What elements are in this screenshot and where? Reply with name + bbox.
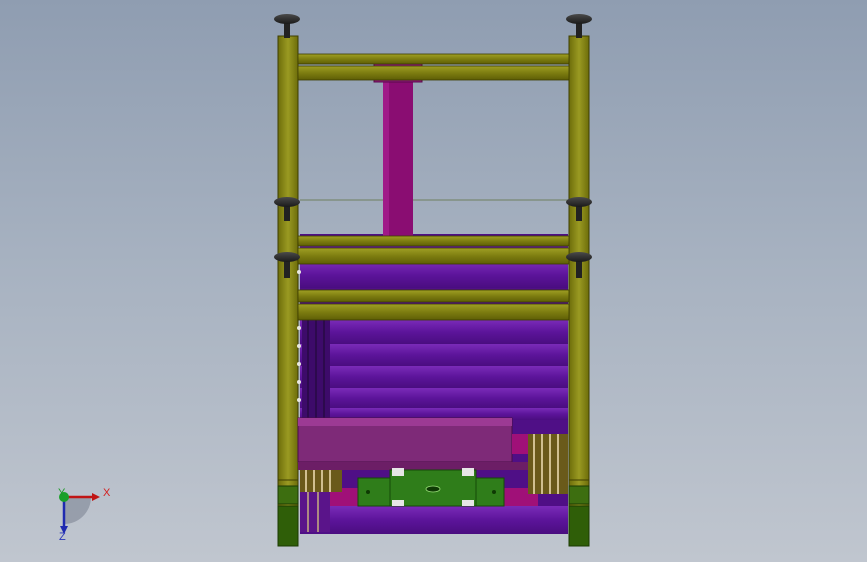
lower-rails[interactable]	[297, 289, 570, 321]
foot-top-left	[274, 14, 300, 38]
machine-frame-model[interactable]	[0, 0, 867, 562]
axis-z-label: Z	[59, 531, 66, 543]
left-post[interactable]	[277, 35, 299, 547]
axis-x-label: X	[103, 487, 111, 499]
middle-rails[interactable]	[297, 235, 570, 265]
x-axis-arrowhead	[92, 493, 100, 501]
right-post[interactable]	[568, 35, 590, 547]
cad-viewport[interactable]: X Y Z	[0, 0, 867, 562]
pink-base-plate[interactable]	[297, 417, 528, 470]
axis-y-label: Y	[58, 487, 66, 499]
top-rails[interactable]	[297, 53, 570, 81]
foot-top-right	[566, 14, 592, 38]
triad-plane	[64, 497, 91, 524]
vertical-hanger[interactable]	[373, 63, 423, 236]
right-pulley[interactable]	[528, 434, 568, 494]
